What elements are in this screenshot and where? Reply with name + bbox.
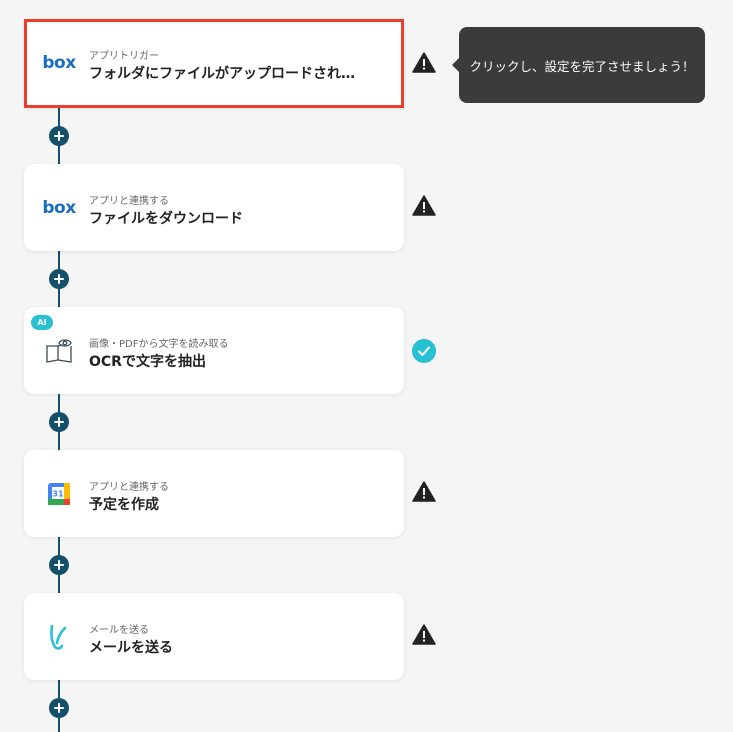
check-icon <box>412 339 436 363</box>
flow-step-card[interactable]: 画像・PDFから文字を読み取る OCRで文字を抽出 <box>24 307 404 394</box>
step-subtitle: メールを送る <box>89 625 149 636</box>
step-subtitle: アプリと連携する <box>89 196 169 207</box>
plus-icon <box>54 274 64 284</box>
tooltip-text: クリックし、設定を完了させましょう！ <box>469 58 695 74</box>
flow-step-card[interactable]: box アプリと連携する ファイルをダウンロード <box>24 164 404 251</box>
step-subtitle: 画像・PDFから文字を読み取る <box>89 339 229 350</box>
add-step-button[interactable] <box>49 126 69 146</box>
ai-badge: AI <box>31 315 53 330</box>
add-step-button[interactable] <box>49 412 69 432</box>
tooltip: クリックし、設定を完了させましょう！ <box>452 27 705 103</box>
plus-icon <box>54 703 64 713</box>
box-logo-icon: box <box>42 53 76 73</box>
plus-icon <box>54 560 64 570</box>
svg-text:31: 31 <box>52 490 64 499</box>
step-title: フォルダにファイルがアップロードされ… <box>89 66 355 82</box>
step-subtitle: アプリトリガー <box>89 51 159 62</box>
step-title: ファイルをダウンロード <box>89 211 243 227</box>
box-logo-icon: box <box>42 198 76 218</box>
step-subtitle: アプリと連携する <box>89 482 169 493</box>
warning-icon <box>412 623 436 647</box>
google-calendar-icon: 31 <box>44 480 74 508</box>
warning-icon <box>412 480 436 504</box>
add-step-button[interactable] <box>49 698 69 718</box>
flow-step-card[interactable]: 31 アプリと連携する 予定を作成 <box>24 450 404 537</box>
flow-step-card[interactable]: メールを送る メールを送る <box>24 593 404 680</box>
flow-step-card[interactable]: box アプリトリガー フォルダにファイルがアップロードされ… <box>24 19 404 108</box>
add-step-button[interactable] <box>49 269 69 289</box>
mail-send-icon <box>44 623 74 651</box>
plus-icon <box>54 131 64 141</box>
warning-icon <box>412 194 436 218</box>
ocr-book-eye-icon <box>44 337 74 365</box>
step-title: OCRで文字を抽出 <box>89 354 206 370</box>
add-step-button[interactable] <box>49 555 69 575</box>
step-title: 予定を作成 <box>89 497 159 513</box>
plus-icon <box>54 417 64 427</box>
step-title: メールを送る <box>89 640 173 656</box>
warning-icon <box>412 51 436 75</box>
